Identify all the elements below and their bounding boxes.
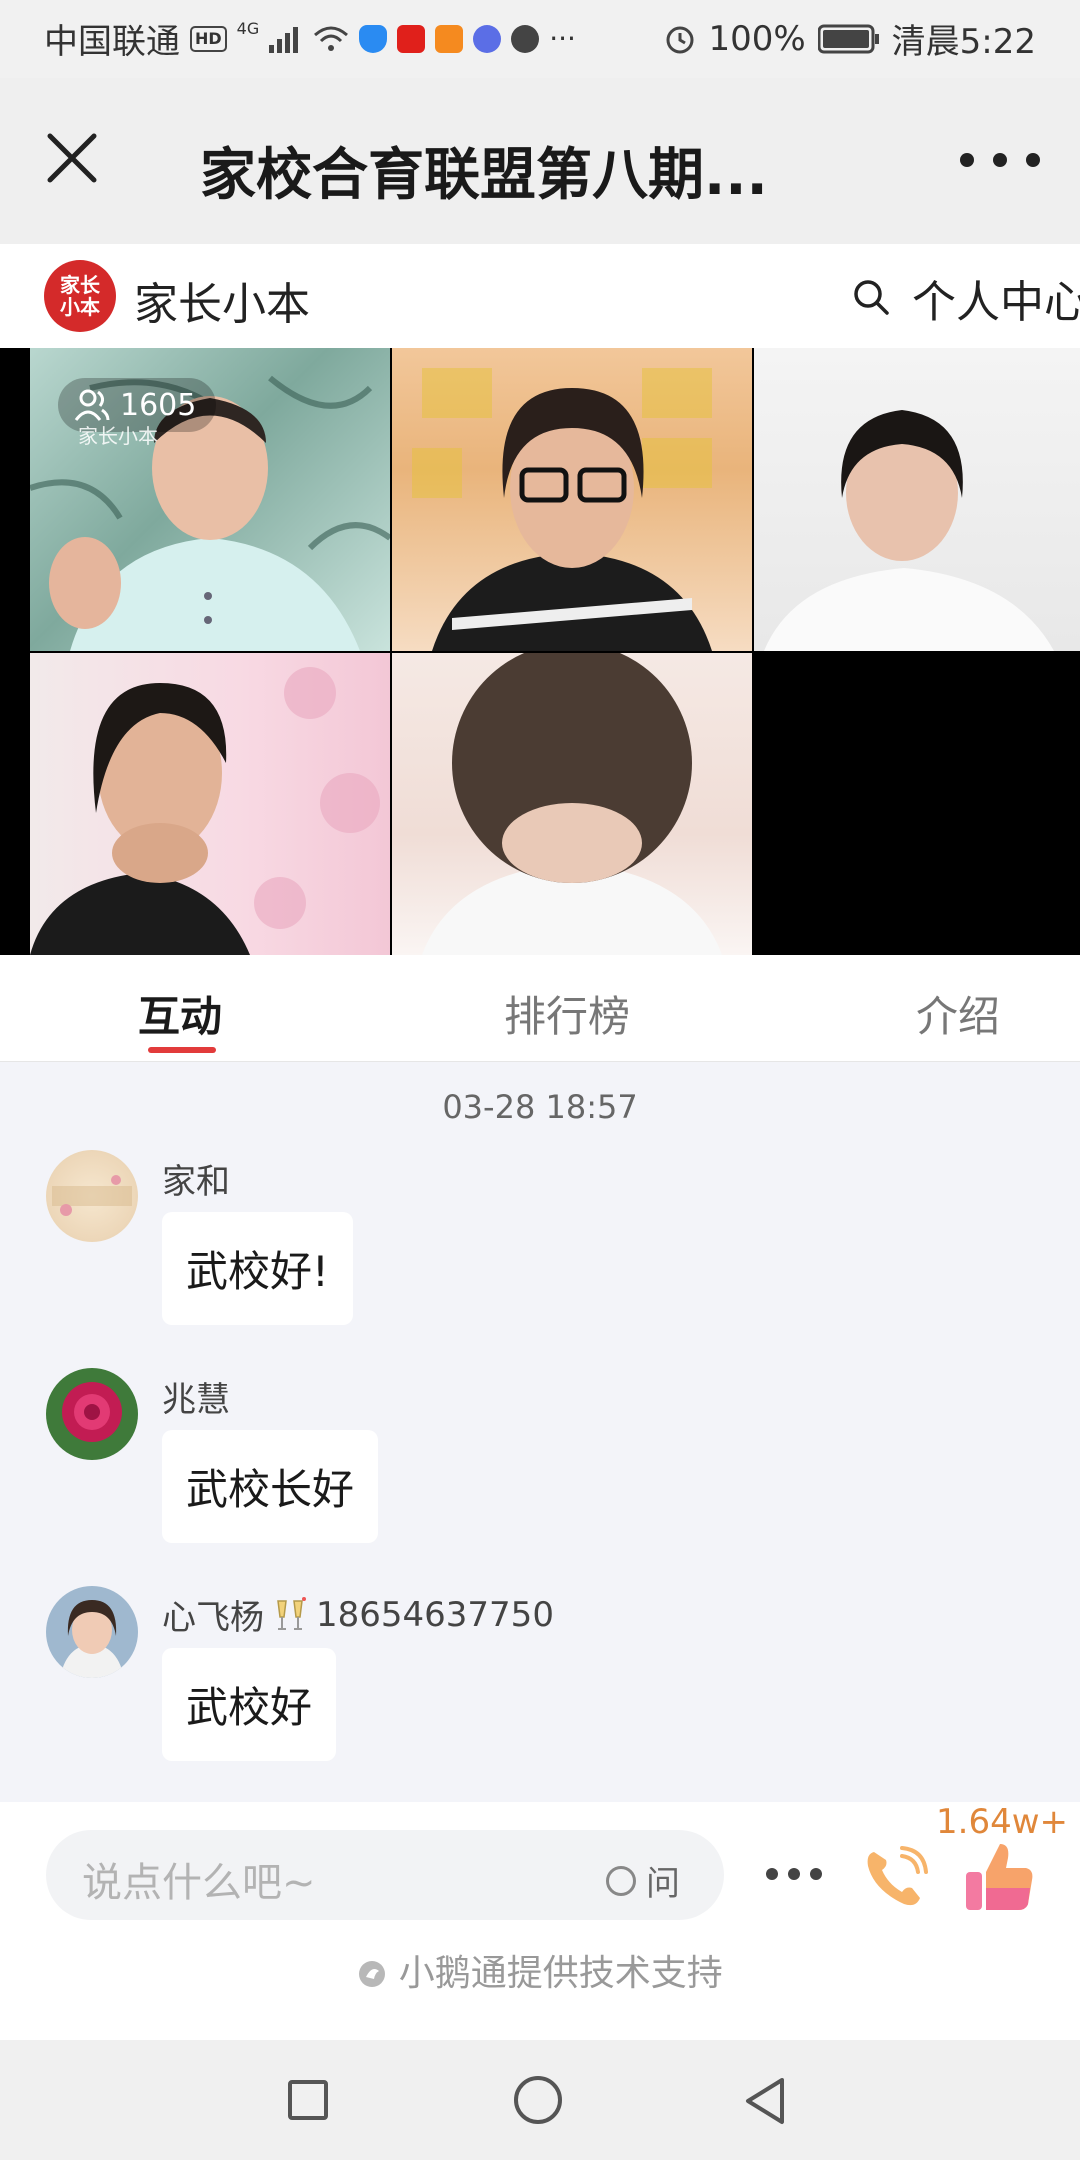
message-sender: 家和 [162,1162,230,1202]
input-bar: 说点什么吧~ 问 1.64w+ 小鹅通提供技术支持 [0,1802,1080,2040]
carrier-label: 中国联通 [44,22,180,62]
participant-4-figure [30,667,380,955]
video-watermark: 家长小本 [78,424,158,448]
avatar[interactable] [46,1586,138,1678]
recent-apps-button[interactable] [288,2080,328,2120]
app-name: 家长小本 [134,279,310,330]
clock: 清晨5:22 [891,22,1036,62]
logo-text: 家长 小本 [60,273,100,319]
video-tile-participant-3 [754,348,1080,651]
signal-icon [269,26,299,53]
more-options-button[interactable] [960,148,1040,172]
video-tile-participant-4 [30,653,390,955]
message-sender-name: 心飞杨 [162,1598,264,1638]
video-app-icon [435,24,464,53]
tab-leaderboard[interactable]: 排行榜 [504,983,630,1044]
message-app-icon [511,24,540,53]
page-title: 家校合育联盟第八期... [200,143,768,208]
comment-input[interactable]: 说点什么吧~ 问 [46,1830,724,1920]
like-count: 1.64w+ [936,1802,1068,1842]
active-tab-indicator [148,1047,216,1053]
video-tile-participant-5 [392,653,752,955]
question-toggle[interactable]: 问 [606,1856,680,1905]
comment-placeholder: 说点什么吧~ [82,1860,316,1906]
avatar-image [60,1600,124,1678]
viewer-count: 1605 [120,387,197,423]
back-button[interactable] [742,2076,788,2126]
status-left: 中国联通 HD 4G ··· [44,14,576,63]
hd-icon: HD [190,25,227,52]
live-video-grid[interactable]: 1605 家长小本 [0,348,1080,955]
network-type: 4G [236,19,260,38]
message-sender: 兆慧 [162,1380,230,1420]
video-tile-participant-2 [392,348,752,651]
avatar-image [62,1382,122,1442]
xiaoetong-logo-icon [359,1961,386,1987]
music-app-icon [473,24,502,53]
personal-center-link[interactable]: 个人中心 [912,266,1080,330]
question-label: 问 [646,1864,680,1904]
home-button[interactable] [514,2076,562,2124]
battery-icon [817,24,879,53]
status-bar: 中国联通 HD 4G ··· 100% 清晨5:22 [0,0,1080,78]
wifi-icon [314,26,349,51]
title-bar: 家校合育联盟第八期... [0,78,1080,244]
message-bubble: 武校好 [162,1648,337,1761]
message-sender: 心飞杨 18654637750 [162,1590,554,1639]
thumbs-up-icon[interactable] [962,1838,1036,1914]
more-actions-button[interactable] [766,1868,822,1882]
avatar[interactable] [46,1368,138,1460]
tab-bar: 互动 排行榜 介绍 [0,955,1080,1062]
message-sender-suffix: 18654637750 [316,1594,554,1635]
participant-2-figure [412,368,712,651]
app-logo: 家长 小本 [44,260,116,332]
phone-call-icon[interactable] [860,1842,932,1914]
participant-5-figure [422,653,722,955]
system-nav-bar [0,2040,1080,2160]
tab-introduction[interactable]: 介绍 [916,983,1000,1044]
alarm-icon [666,26,694,53]
pinduoduo-app-icon [397,24,426,53]
more-notifications-icon: ··· [549,22,576,55]
message-bubble: 武校长好 [162,1430,379,1543]
search-icon[interactable] [852,278,890,316]
app-header: 家长 小本 家长小本 个人中心 [0,244,1080,348]
video-tile-host: 1605 家长小本 [30,348,390,651]
tech-support-text: 小鹅通提供技术支持 [398,1953,723,1994]
battery-percent: 100% [708,18,806,59]
shield-app-icon [359,24,388,53]
avatar-image [52,1175,132,1216]
avatar[interactable] [46,1150,138,1242]
message-bubble: 武校好! [162,1212,353,1325]
tab-interaction[interactable]: 互动 [138,983,222,1044]
status-right: 100% 清晨5:22 [664,14,1036,63]
close-icon[interactable] [40,126,104,190]
viewers-icon [74,389,110,421]
chat-timestamp: 03-28 18:57 [442,1088,638,1126]
champagne-icon [277,1596,306,1630]
radio-circle-icon [606,1865,636,1896]
tech-support-note: 小鹅通提供技术支持 [0,1944,1080,1996]
participant-3-figure [764,410,1054,651]
